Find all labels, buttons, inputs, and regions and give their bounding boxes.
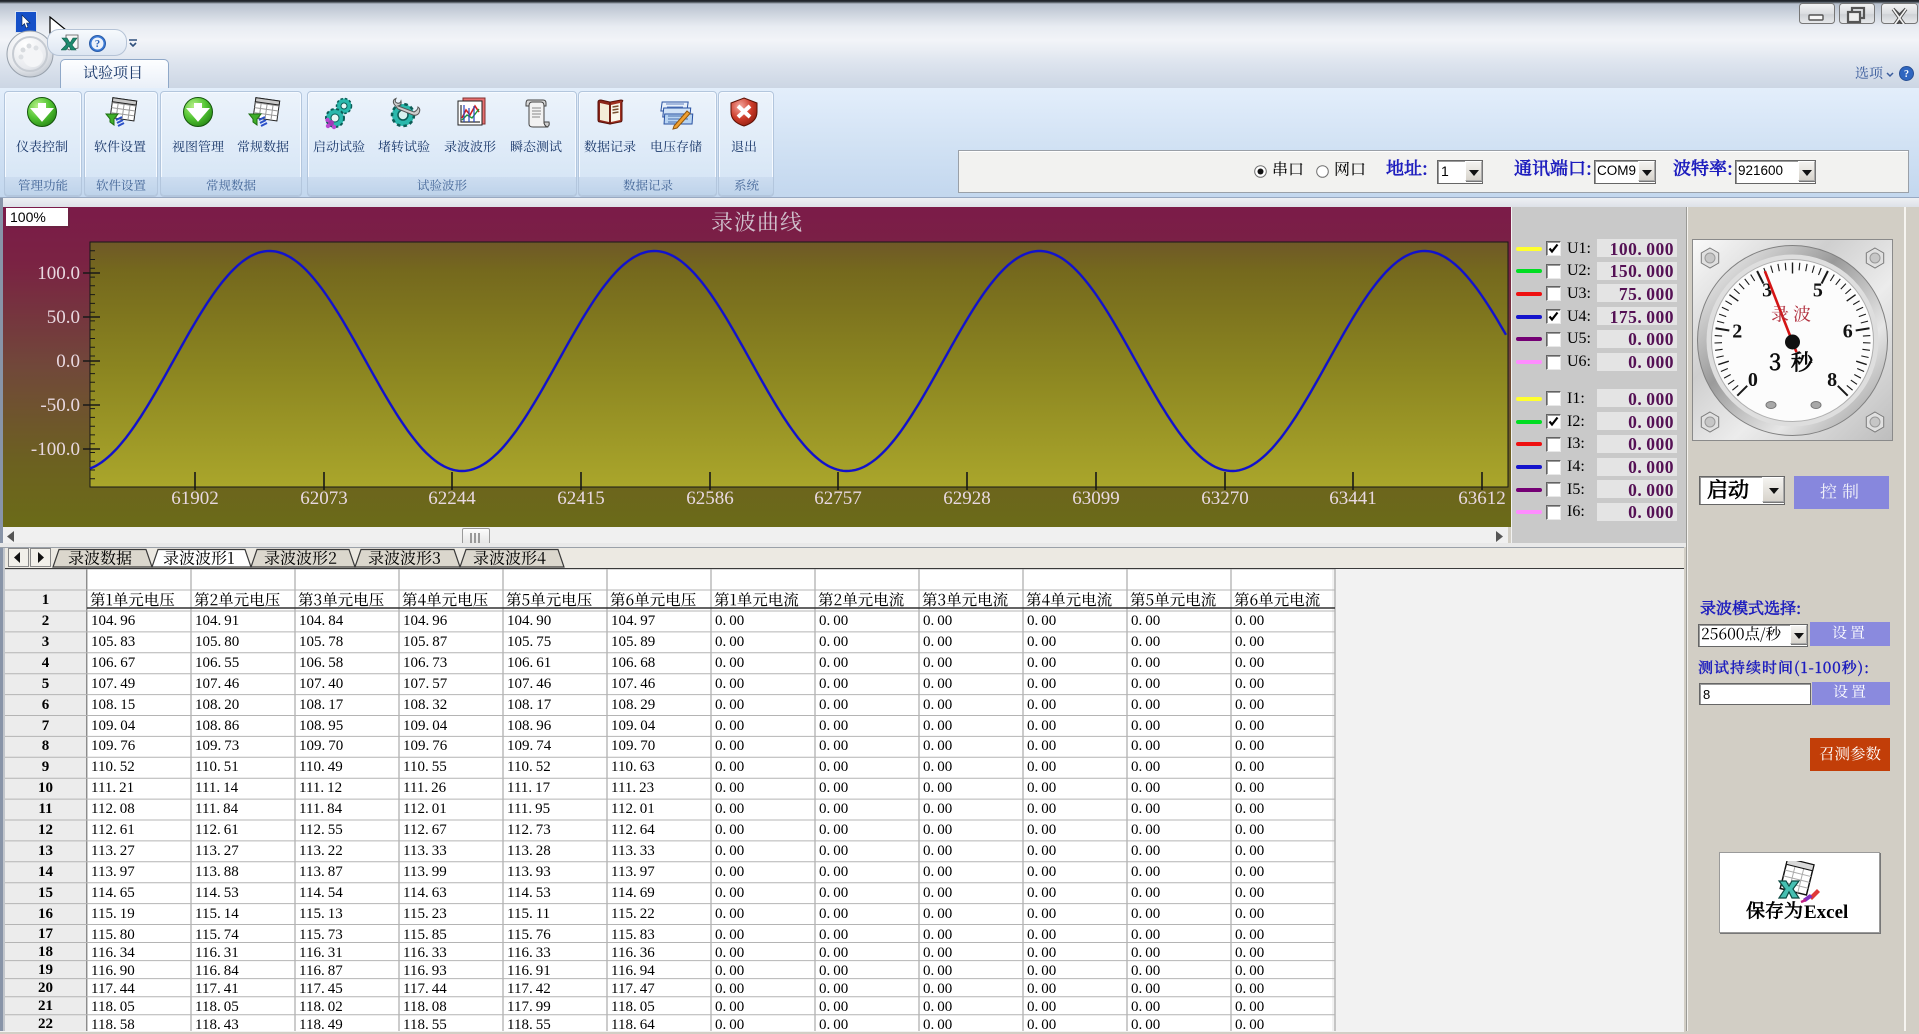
svg-text:62586: 62586: [686, 488, 734, 509]
svg-text:50.0: 50.0: [47, 307, 80, 328]
svg-text:62244: 62244: [428, 488, 476, 509]
svg-text:100.0: 100.0: [37, 263, 80, 284]
svg-text:63441: 63441: [1329, 488, 1377, 509]
svg-text:63612: 63612: [1458, 488, 1506, 509]
svg-text:-100.0: -100.0: [31, 439, 80, 460]
svg-text:?: ?: [95, 39, 100, 50]
svg-text:62928: 62928: [943, 488, 991, 509]
svg-text:0.0: 0.0: [56, 351, 80, 372]
svg-text:62757: 62757: [814, 488, 862, 509]
svg-text:2: 2: [1732, 321, 1742, 343]
svg-text:62415: 62415: [557, 488, 605, 509]
svg-text:8: 8: [1827, 369, 1837, 391]
svg-text:6: 6: [1843, 321, 1853, 343]
svg-text:62073: 62073: [300, 488, 348, 509]
svg-text:63270: 63270: [1201, 488, 1249, 509]
svg-text:63099: 63099: [1072, 488, 1120, 509]
svg-text:61902: 61902: [171, 488, 219, 509]
svg-text:0: 0: [1748, 369, 1758, 391]
svg-text:-50.0: -50.0: [40, 395, 80, 416]
svg-text:5: 5: [1813, 280, 1823, 302]
svg-text:?: ?: [1904, 69, 1909, 80]
